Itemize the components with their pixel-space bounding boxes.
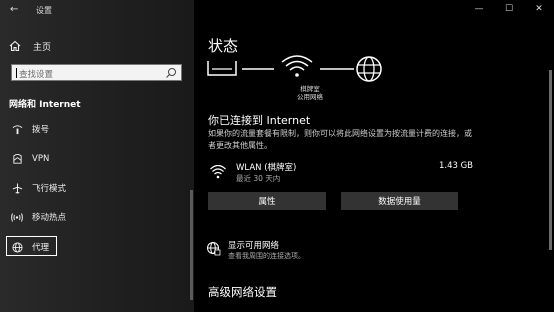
search-icon[interactable] [165, 67, 177, 79]
network-name: 棋牌室 公用网络 [280, 85, 340, 101]
sidebar-item-airplane[interactable]: 飞行模式 [0, 179, 194, 197]
show-networks-title: 显示可用网络 [228, 241, 280, 251]
data-usage-value: 1.43 GB [438, 161, 473, 171]
sidebar-item-label: 飞行模式 [32, 184, 67, 194]
internet-globe-icon [356, 56, 382, 82]
dialup-icon [8, 124, 26, 135]
airplane-icon [8, 182, 26, 194]
show-available-networks[interactable]: 显示可用网络 查看我周围的连接选项。 [206, 239, 406, 265]
connection-name: WLAN (棋牌室) [236, 163, 297, 173]
vpn-icon [8, 153, 26, 165]
network-type-line: 公用网络 [297, 93, 323, 101]
content-scrollbar[interactable] [549, 70, 552, 250]
sidebar-item-dialup[interactable]: 拨号 [0, 120, 194, 138]
wifi-icon [281, 55, 313, 77]
network-name-line: 棋牌室 [300, 85, 320, 93]
window-controls: — ☐ ✕ [464, 0, 554, 18]
focus-frame [6, 236, 57, 256]
page-title: 状态 [208, 37, 239, 55]
usage-period: 最近 30 天内 [236, 174, 281, 183]
sidebar-home[interactable]: 主页 [9, 39, 179, 53]
sidebar-scrollbar[interactable] [190, 190, 193, 300]
advanced-heading: 高级网络设置 [208, 285, 277, 299]
show-networks-subtitle: 查看我周围的连接选项。 [228, 252, 305, 260]
network-globe-icon [207, 242, 221, 256]
description-text: 如果你的流量套餐有限制，则你可以将此网络设置为按流量计费的连接，或者更改其他属性… [208, 129, 472, 150]
back-arrow-icon[interactable]: ← [10, 3, 24, 17]
sidebar-item-label: 拨号 [32, 125, 50, 135]
router-icon [207, 61, 237, 76]
hotspot-icon [8, 212, 26, 223]
sidebar-item-label: 移动热点 [32, 213, 67, 223]
sidebar-item-vpn[interactable]: VPN [0, 150, 194, 168]
connected-heading: 你已连接到 Internet [208, 114, 311, 127]
wifi-signal-icon [210, 165, 226, 179]
sidebar-item-proxy[interactable]: 代理 [0, 236, 194, 256]
data-usage-button[interactable]: 数据使用量 [341, 192, 458, 210]
sidebar-item-label: VPN [32, 154, 50, 164]
minimize-button[interactable]: — [464, 0, 494, 18]
properties-button[interactable]: 属性 [208, 192, 326, 210]
home-icon [9, 40, 21, 52]
main-content: — ☐ ✕ 状态 棋牌室 公用网络 你已连接到 Internet 如果你的流量套… [194, 0, 554, 312]
maximize-button[interactable]: ☐ [494, 0, 524, 18]
sidebar-home-label: 主页 [33, 42, 52, 53]
section-title: 网络和 Internet [9, 100, 81, 110]
search-placeholder: 查找设置 [19, 70, 54, 80]
text-caret [16, 68, 17, 78]
connection-row: WLAN (棋牌室) 最近 30 天内 1.43 GB [208, 159, 473, 187]
sidebar: ← 设置 主页 查找设置 网络和 Internet 拨号 VPN 飞行模式 移动… [0, 0, 194, 312]
window-title: 设置 [36, 6, 52, 15]
close-button[interactable]: ✕ [524, 0, 554, 18]
search-input[interactable]: 查找设置 [11, 64, 182, 81]
sidebar-item-hotspot[interactable]: 移动热点 [0, 208, 194, 226]
